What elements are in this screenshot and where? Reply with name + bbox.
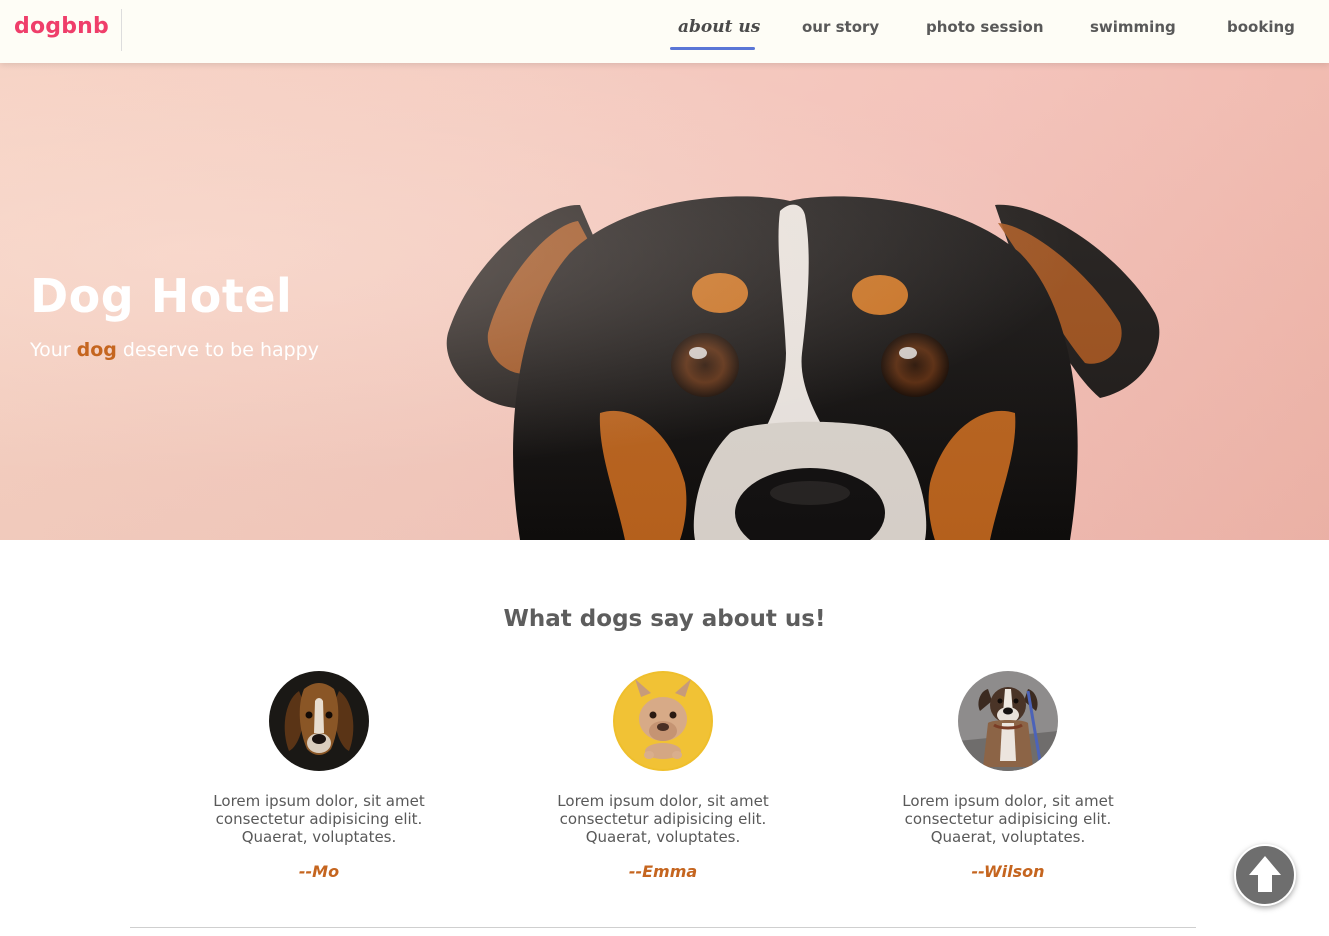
active-nav-indicator (670, 47, 755, 50)
nav-item-booking[interactable]: booking (1227, 18, 1295, 36)
hero-subtitle-accent: dog (76, 339, 117, 361)
section-divider (130, 927, 1196, 928)
testimonial-author: --Wilson (971, 862, 1045, 881)
testimonial-author: --Mo (298, 862, 340, 881)
testimonial-quote: Lorem ipsum dolor, sit amet consectetur … (902, 792, 1114, 846)
nav-item-swimming[interactable]: swimming (1090, 18, 1176, 36)
nav-item-about-us[interactable]: about us (678, 17, 760, 37)
hero-title: Dog Hotel (30, 269, 293, 323)
nav-item-photo-session[interactable]: photo session (926, 18, 1044, 36)
nav-item-our-story[interactable]: our story (802, 18, 879, 36)
avatar (613, 671, 713, 771)
testimonial-author: --Emma (628, 862, 698, 881)
hero-banner: Dog Hotel Your dog deserve to be happy (0, 63, 1329, 540)
arrow-up-icon (1249, 856, 1281, 892)
site-header: dogbnb about us our story photo session … (0, 0, 1329, 63)
hero-subtitle-after: deserve to be happy (116, 339, 319, 361)
main-nav: about us our story photo session swimmin… (0, 0, 1329, 63)
testimonial-card: Lorem ipsum dolor, sit amet consectetur … (169, 671, 469, 881)
testimonial-quote: Lorem ipsum dolor, sit amet consectetur … (557, 792, 769, 846)
french-bulldog-photo (613, 671, 713, 771)
back-to-top-button[interactable] (1234, 844, 1296, 906)
boxer-photo (958, 671, 1058, 771)
testimonial-card: Lorem ipsum dolor, sit amet consectetur … (858, 671, 1158, 881)
hero-subtitle-before: Your (30, 339, 77, 361)
hero-subtitle: Your dog deserve to be happy (30, 339, 319, 361)
testimonials-heading: What dogs say about us! (503, 606, 826, 632)
testimonial-card: Lorem ipsum dolor, sit amet consectetur … (513, 671, 813, 881)
dog-hero-photo (446, 196, 1160, 540)
testimonial-quote: Lorem ipsum dolor, sit amet consectetur … (213, 792, 425, 846)
beagle-photo (269, 671, 369, 771)
avatar (269, 671, 369, 771)
avatar (958, 671, 1058, 771)
